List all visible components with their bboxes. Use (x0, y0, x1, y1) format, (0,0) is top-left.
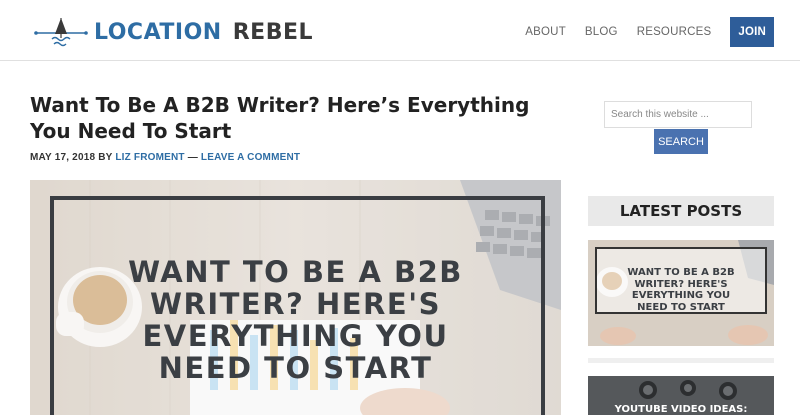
site-header: LOCATION REBEL ABOUT BLOG RESOURCES JOIN (0, 0, 800, 61)
thumbnail-line: WANT TO BE A B2B (627, 267, 735, 278)
search-button[interactable]: SEARCH (654, 129, 708, 154)
main-nav: ABOUT BLOG RESOURCES JOIN (506, 17, 774, 47)
author-link[interactable]: LIZ FROMENT (115, 152, 184, 163)
latest-post-thumbnail[interactable]: WANT TO BE A B2B WRITER? HERE'S EVERYTHI… (588, 240, 774, 346)
thumbnail-line: EVERYTHING YOU (631, 290, 731, 301)
post-title: Want To Be A B2B Writer? Here’s Everythi… (30, 93, 530, 143)
nav-join-button[interactable]: JOIN (730, 17, 774, 47)
featured-image[interactable]: WANT TO BE A B2B WRITER? HERE'S EVERYTHI… (30, 180, 561, 415)
featured-image-title: WANT TO BE A B2B WRITER? HERE'S EVERYTHI… (30, 256, 561, 384)
post-meta: MAY 17, 2018 BY LIZ FROMENT — LEAVE A CO… (30, 152, 300, 163)
meta-dash: — (187, 152, 198, 163)
latest-posts-heading: LATEST POSTS (588, 196, 774, 226)
feature-line: EVERYTHING YOU (142, 319, 449, 353)
logo-text-rebel: REBEL (232, 19, 314, 45)
thumbnail-title: WANT TO BE A B2B WRITER? HERE'S EVERYTHI… (588, 267, 774, 313)
latest-post-thumbnail-2[interactable]: YOUTUBE VIDEO IDEAS: (588, 376, 774, 415)
logo-text-location: LOCATION (94, 19, 222, 45)
feature-line: WANT TO BE A B2B (128, 255, 463, 289)
post-date: MAY 17, 2018 (30, 152, 96, 163)
nav-blog-link[interactable]: BLOG (585, 26, 618, 38)
sailboat-logo-icon (34, 18, 88, 47)
feature-line: NEED TO START (158, 351, 433, 385)
post-by-label: BY (98, 152, 113, 163)
site-logo[interactable]: LOCATION REBEL (34, 16, 313, 48)
widget-divider (588, 358, 774, 363)
thumbnail-2-title: YOUTUBE VIDEO IDEAS: (614, 404, 748, 415)
nav-about-link[interactable]: ABOUT (525, 26, 566, 38)
feature-line: WRITER? HERE'S (150, 287, 441, 321)
nav-resources-link[interactable]: RESOURCES (637, 26, 712, 38)
thumbnail-line: WRITER? HERE'S (634, 278, 728, 290)
leave-comment-link[interactable]: LEAVE A COMMENT (201, 152, 300, 163)
thumbnail-line: NEED TO START (637, 301, 725, 313)
search-input[interactable] (604, 101, 752, 128)
